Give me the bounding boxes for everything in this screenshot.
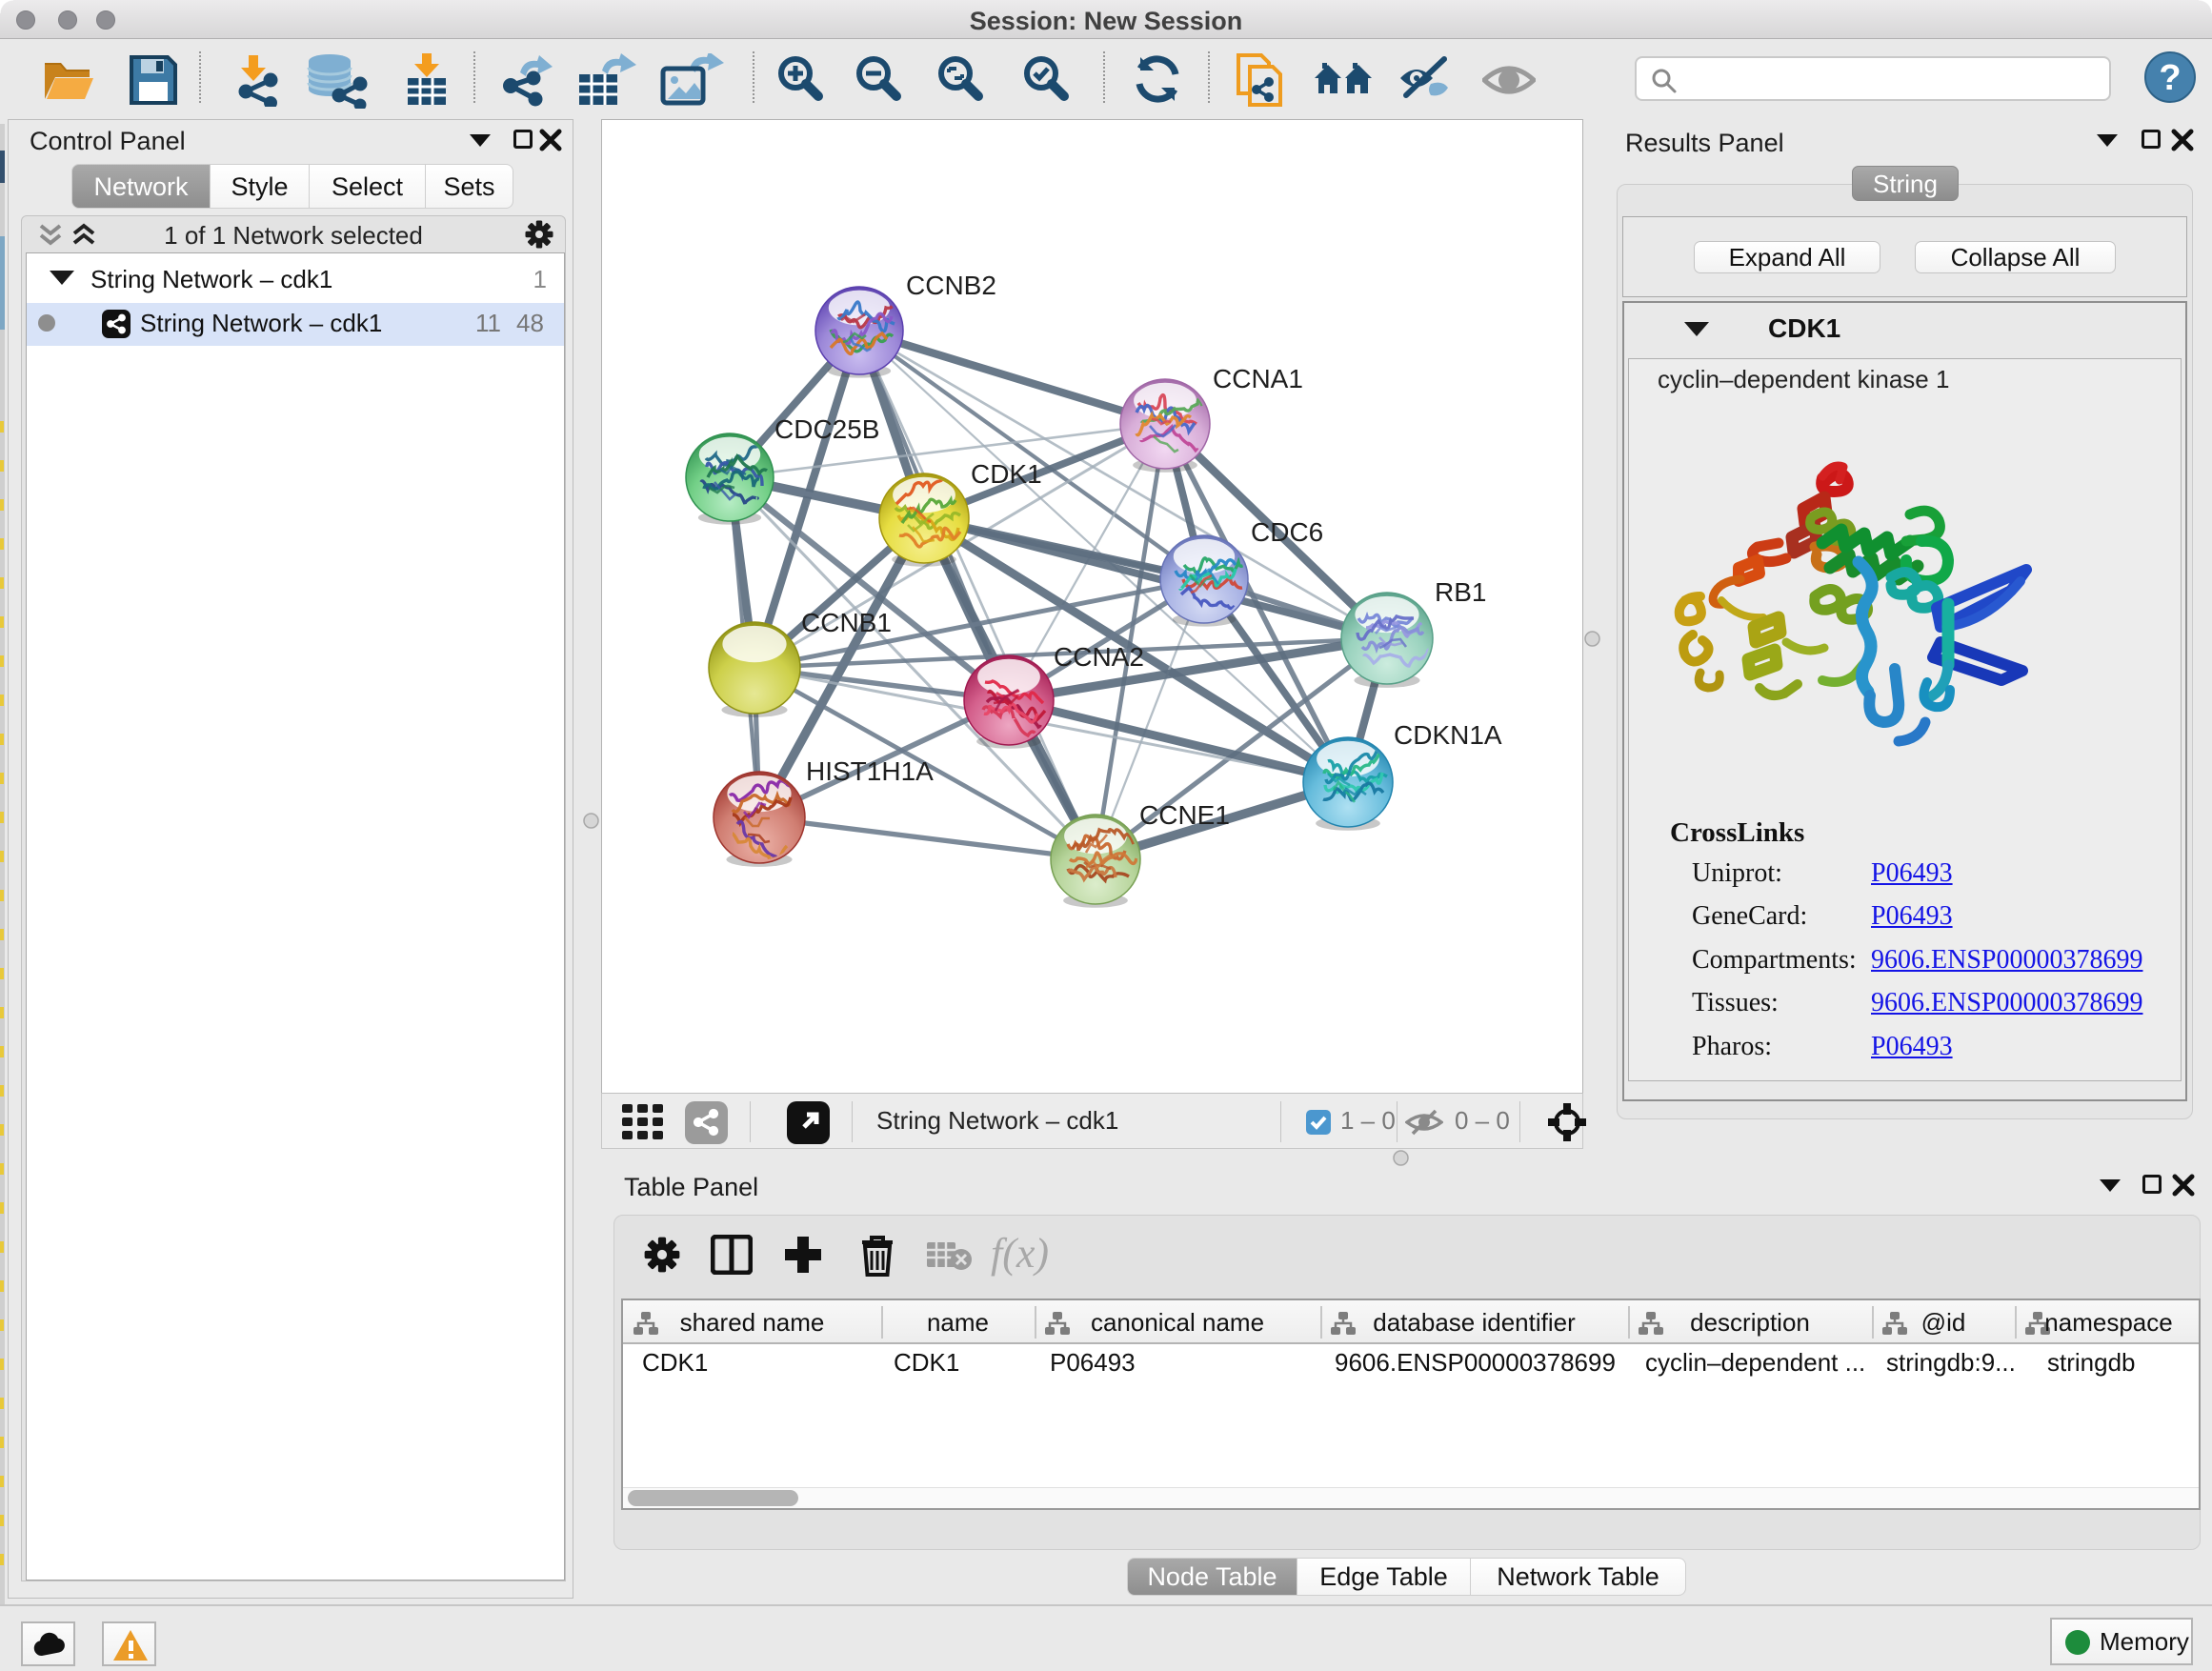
svg-text:CDC6: CDC6 [1251, 517, 1323, 547]
svg-text:CCNE1: CCNE1 [1139, 800, 1230, 830]
svg-text:RB1: RB1 [1435, 577, 1486, 607]
svg-text:CCNA2: CCNA2 [1054, 642, 1144, 672]
svg-text:CCNB1: CCNB1 [801, 608, 892, 637]
svg-text:CDC25B: CDC25B [774, 414, 879, 444]
svg-text:CDK1: CDK1 [971, 459, 1042, 489]
svg-text:CDKN1A: CDKN1A [1394, 720, 1502, 750]
svg-text:CCNB2: CCNB2 [906, 271, 996, 300]
svg-text:?: ? [2159, 58, 2181, 98]
svg-text:HIST1H1A: HIST1H1A [806, 756, 934, 786]
svg-text:CCNA1: CCNA1 [1213, 364, 1303, 393]
